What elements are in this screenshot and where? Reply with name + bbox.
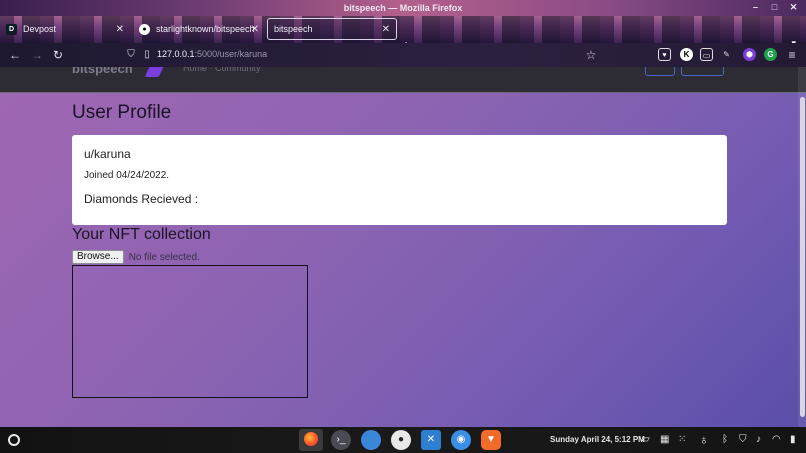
profile-username: u/karuna [84,147,131,161]
window-titlebar: bitspeech — Mozilla Firefox – □ ✕ [0,0,806,16]
page-content: bitspeech Home · Community User Profile … [0,67,806,427]
shield-icon[interactable]: ⛉ [124,48,138,62]
browse-file-button[interactable]: Browse... [72,250,124,264]
page-scrollbar[interactable] [798,67,806,427]
profile-joined-date: Joined 04/24/2022. [84,170,170,181]
brand-logo-icon [144,67,166,77]
tab-label: bitspeech [274,24,313,34]
wifi-icon[interactable]: ◠ [772,434,781,446]
url-host: 127.0.0.1 [157,49,195,59]
file-status-text: No file selected. [128,251,200,263]
files-taskbar-icon[interactable] [361,430,381,450]
tab-label: Devpost [23,24,57,34]
forward-icon[interactable]: → [30,48,44,62]
maximize-icon[interactable]: □ [770,3,779,12]
toggle-taskbar-icon[interactable]: ◉ [451,430,471,450]
bookmark-star-icon[interactable]: ☆ [584,48,598,62]
screenshot-icon[interactable]: ▭ [700,48,713,61]
site-navbar: bitspeech Home · Community [0,67,806,93]
nav-button-login[interactable] [645,67,675,76]
address-bar[interactable]: 127.0.0.1:5000/user/karuna [157,49,267,59]
profile-card: u/karuna Joined 04/24/2022. Diamonds Rec… [72,135,727,225]
settings-taskbar-icon[interactable]: ● [391,430,411,450]
notes-icon[interactable]: ▱ [642,434,650,446]
url-path: :5000/user/karuna [194,49,268,59]
tab-github[interactable]: ● starlightknown/bitspeech ✕ [133,18,265,40]
page-title: User Profile [72,102,172,123]
lightbulb-icon[interactable]: ♁ [699,433,709,446]
pocket-icon[interactable]: ♥ [658,48,671,61]
shield-tray-icon[interactable]: ⛉ [739,434,747,446]
nav-button-signup[interactable] [681,67,724,76]
menu-icon[interactable]: ≡ [785,48,799,62]
window-title: bitspeech — Mozilla Firefox [343,3,463,13]
nft-preview-box [72,265,308,398]
vscode-taskbar-icon[interactable]: ✕ [421,430,441,450]
profile-diamonds-label: Diamonds Recieved : [84,192,199,206]
close-tab-icon[interactable]: ✕ [116,24,124,35]
tab-strip: D Devpost ✕ ● starlightknown/bitspeech ✕… [0,16,806,53]
back-icon[interactable]: ← [8,48,22,62]
devpost-favicon-icon: D [6,23,17,35]
navigation-toolbar: ← → ↻ ⛉ ▯ 127.0.0.1:5000/user/karuna ☆ ♥… [0,43,806,67]
bluetooth-icon[interactable]: ᛒ [722,434,728,446]
reload-icon[interactable]: ↻ [51,48,65,62]
close-window-icon[interactable]: ✕ [789,3,798,12]
scrollbar-thumb[interactable] [800,97,805,417]
close-tab-icon[interactable]: ✕ [251,24,259,35]
extension-k-icon[interactable]: K [680,48,693,61]
tab-devpost[interactable]: D Devpost ✕ [0,18,130,40]
terminal-taskbar-icon[interactable]: ›_ [331,430,351,450]
extension-icon[interactable]: ✎ [720,48,733,61]
site-brand[interactable]: bitspeech [72,67,133,76]
close-tab-icon[interactable]: ✕ [382,24,390,35]
firefox-taskbar-icon[interactable] [299,429,323,451]
brave-taskbar-icon[interactable]: ▼ [481,430,501,450]
nft-collection-heading: Your NFT collection [72,226,211,243]
volume-icon[interactable]: ♪ [756,434,761,446]
file-upload-row: Browse... No file selected. [72,250,200,264]
site-nav-links[interactable]: Home · Community [183,67,261,73]
apps-grid-icon[interactable]: ⁙ [678,434,686,446]
desktop-taskbar: ›_ ● ✕ ◉ ▼ Sunday April 24, 5:12 PM ▱ ▦ … [0,427,806,453]
tab-bitspeech[interactable]: bitspeech ✕ [267,18,397,40]
tab-label: starlightknown/bitspeech [156,24,255,34]
extension-hex-icon[interactable]: ⬢ [743,48,756,61]
app-launcher-icon[interactable] [8,434,20,446]
keyboard-icon[interactable]: ▦ [660,434,669,446]
grammarly-icon[interactable]: G [764,48,777,61]
github-icon: ● [139,23,150,35]
page-info-icon[interactable]: ▯ [140,48,154,62]
taskbar-clock[interactable]: Sunday April 24, 5:12 PM [550,435,645,444]
battery-icon[interactable]: ▮ [790,434,796,446]
minimize-icon[interactable]: – [751,3,760,12]
